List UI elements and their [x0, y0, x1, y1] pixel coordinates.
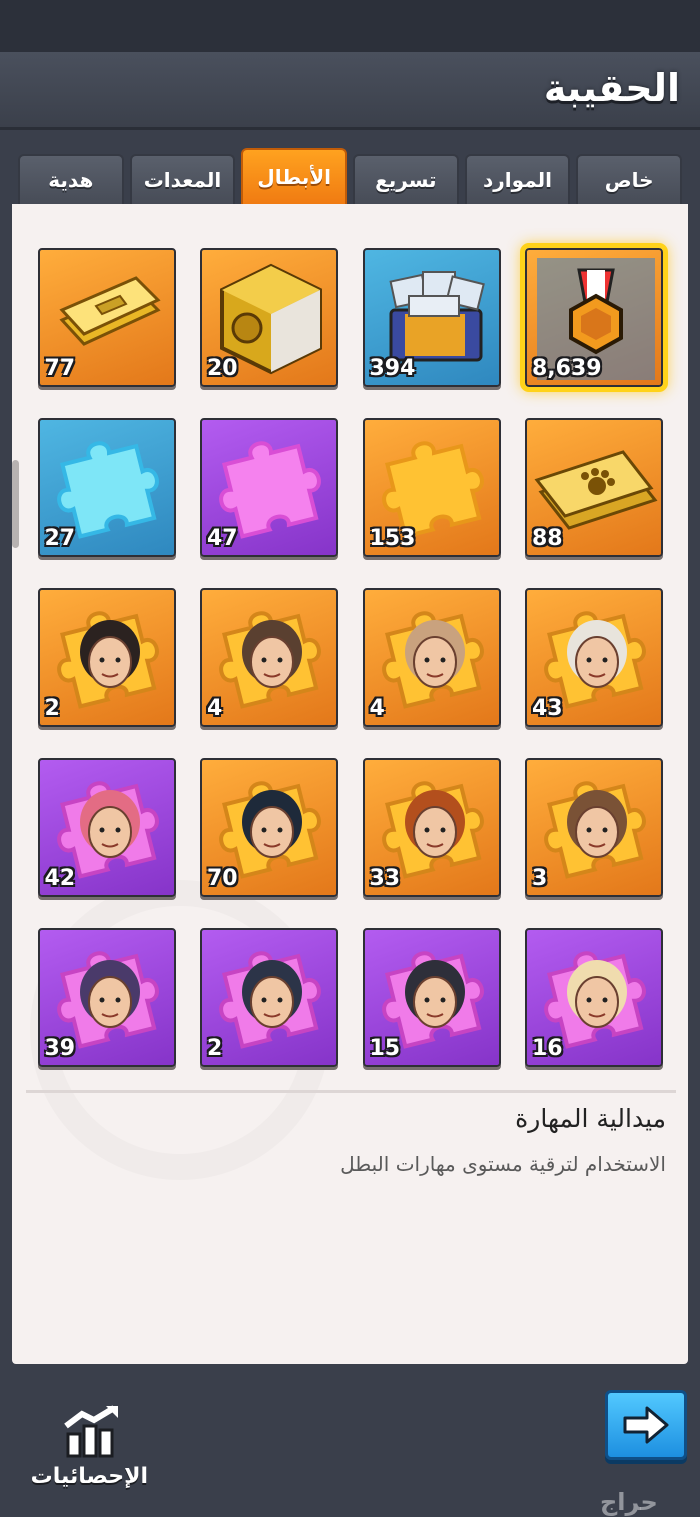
- inventory-item[interactable]: 20: [200, 248, 338, 387]
- item-count: 15: [369, 1036, 401, 1061]
- stats-label: الإحصائيات: [30, 1464, 148, 1489]
- stats-button[interactable]: الإحصائيات: [30, 1402, 148, 1492]
- status-bar-area: [0, 0, 700, 52]
- inventory-item[interactable]: 43: [525, 588, 663, 727]
- item-count: 2: [44, 696, 60, 721]
- item-count: 394: [369, 356, 416, 381]
- item-count: 47: [207, 526, 238, 551]
- inventory-item[interactable]: 39: [37, 928, 176, 1067]
- item-count: 8,639: [532, 356, 602, 381]
- tab-heroes[interactable]: الأبطال: [241, 148, 347, 216]
- inventory-item[interactable]: 33: [362, 758, 501, 897]
- item-count: 2: [207, 1036, 223, 1061]
- item-grid: 8,639 394 20 77 88 153 47 27 43 4 4 2 3 33 70 42 16 15 2 39: [37, 243, 668, 1067]
- tab-speedups[interactable]: تسريع: [352, 154, 459, 204]
- inventory-item[interactable]: 4: [200, 588, 338, 727]
- inventory-item[interactable]: 77: [37, 248, 176, 387]
- item-count: 3: [532, 866, 548, 891]
- inventory-item[interactable]: 3: [525, 758, 663, 897]
- watermark: حراج: [600, 1488, 658, 1516]
- item-count: 153: [369, 526, 416, 551]
- tab-gifts[interactable]: هدية: [17, 154, 124, 204]
- item-count: 27: [44, 526, 76, 551]
- inventory-item[interactable]: 70: [200, 758, 338, 897]
- inventory-item[interactable]: 153: [362, 418, 501, 557]
- item-count: 88: [532, 526, 563, 551]
- inventory-item[interactable]: 16: [525, 928, 663, 1067]
- inventory-item[interactable]: 8,639: [520, 243, 668, 392]
- item-count: 70: [207, 866, 238, 891]
- inventory-item[interactable]: 42: [37, 758, 176, 897]
- inventory-item[interactable]: 2: [200, 928, 338, 1067]
- item-count: 77: [44, 356, 76, 381]
- inventory-item[interactable]: 2: [37, 588, 176, 727]
- bar-chart-icon: [64, 1405, 118, 1458]
- item-description: الاستخدام لترقية مستوى مهارات البطل: [340, 1152, 666, 1176]
- tab-special[interactable]: خاص: [576, 154, 682, 204]
- header-bar: الحقيبة: [0, 52, 700, 130]
- inventory-item[interactable]: 88: [525, 418, 663, 557]
- next-button[interactable]: [605, 1390, 687, 1460]
- inventory-item[interactable]: 27: [37, 418, 176, 557]
- page-title: الحقيبة: [543, 66, 680, 110]
- item-count: 43: [532, 696, 563, 721]
- inventory-item[interactable]: 394: [362, 248, 501, 387]
- divider: [26, 1090, 676, 1093]
- inventory-item[interactable]: 15: [362, 928, 501, 1067]
- inventory-item[interactable]: 47: [200, 418, 338, 557]
- item-count: 42: [44, 866, 76, 891]
- item-name: ميدالية المهارة: [515, 1104, 666, 1133]
- tab-equipment[interactable]: المعدات: [129, 154, 236, 204]
- scrollbar[interactable]: [12, 460, 19, 548]
- tab-bar: خاص الموارد تسريع الأبطال المعدات هدية: [17, 148, 682, 216]
- tab-resources[interactable]: الموارد: [464, 154, 571, 204]
- item-count: 4: [369, 696, 385, 721]
- arrow-right-icon: [623, 1406, 669, 1444]
- item-count: 33: [369, 866, 401, 891]
- inventory-item[interactable]: 4: [362, 588, 501, 727]
- item-count: 16: [532, 1036, 563, 1061]
- item-count: 20: [207, 356, 238, 381]
- item-count: 4: [207, 696, 223, 721]
- item-count: 39: [44, 1036, 76, 1061]
